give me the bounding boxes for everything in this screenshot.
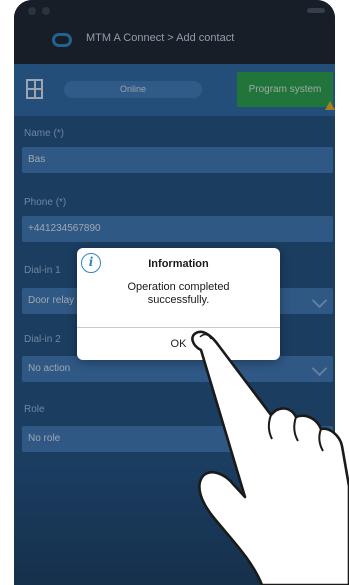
tapping-hand-icon: [191, 330, 349, 585]
